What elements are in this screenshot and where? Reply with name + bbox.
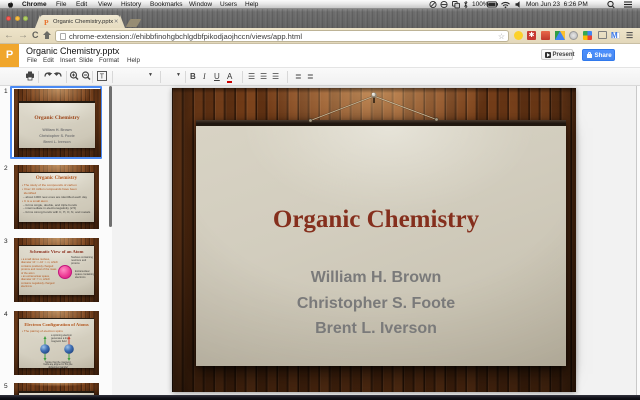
svg-text:T: T bbox=[100, 74, 105, 81]
